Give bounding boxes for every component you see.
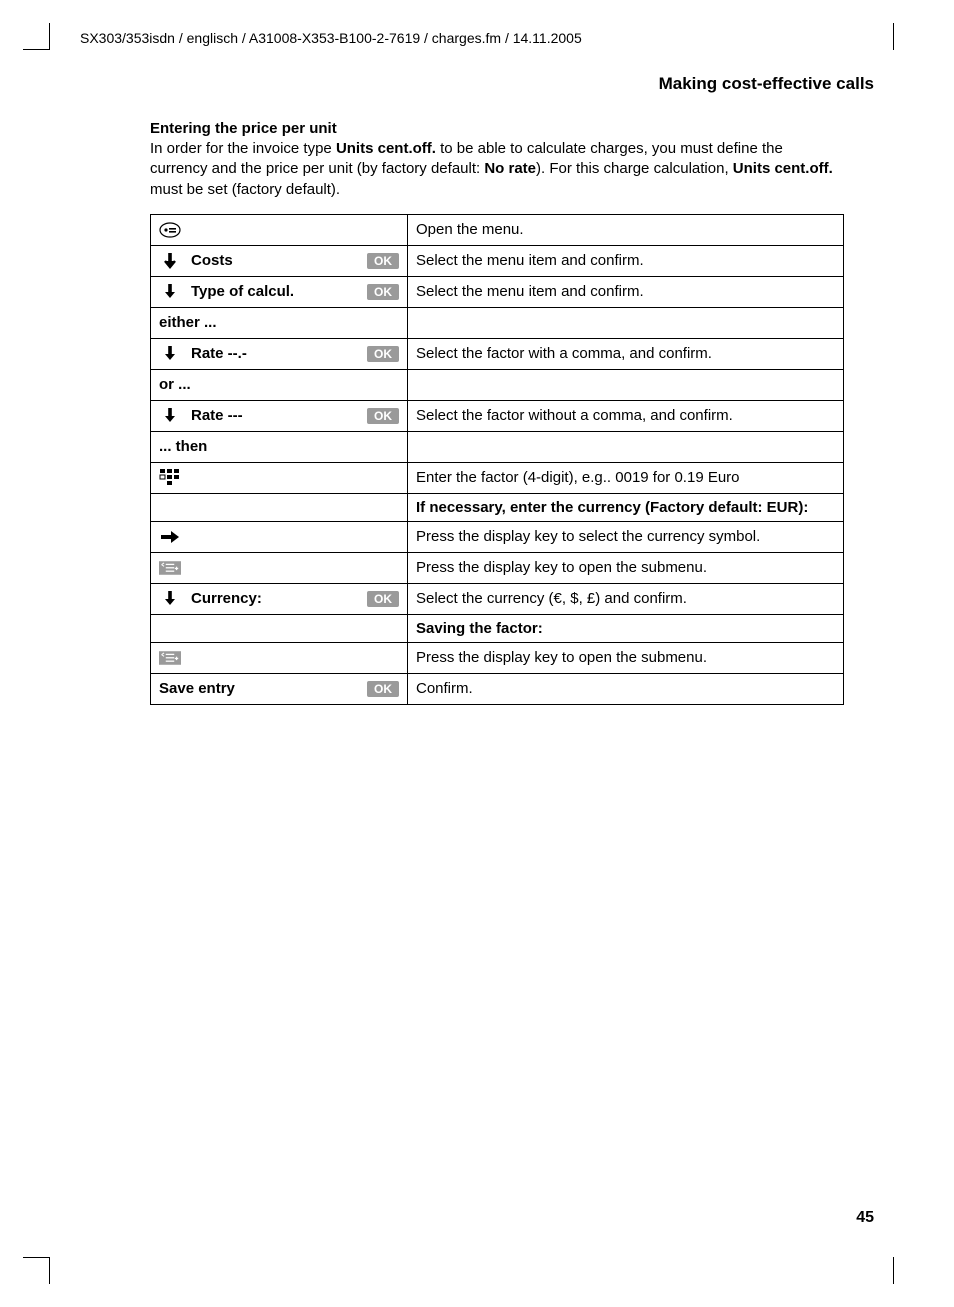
arrow-down-icon (159, 406, 181, 426)
step-description (408, 307, 844, 338)
table-row: or ... (151, 369, 844, 400)
section-title: Making cost-effective calls (80, 74, 874, 94)
step-heading: Saving the factor: (408, 614, 844, 642)
table-row: Rate --.- OK Select the factor with a co… (151, 338, 844, 369)
step-label: Type of calcul. (191, 283, 357, 300)
ok-badge: OK (367, 408, 399, 424)
table-row: Save entry OK Confirm. (151, 673, 844, 704)
step-description: Press the display key to select the curr… (408, 521, 844, 552)
step-label: Costs (191, 252, 357, 269)
branch-label: or ... (159, 376, 399, 393)
menu-open-icon (159, 220, 181, 240)
step-description (408, 431, 844, 462)
subhead: Entering the price per unit (150, 120, 844, 137)
ok-badge: OK (367, 346, 399, 362)
table-row: Rate --- OK Select the factor without a … (151, 400, 844, 431)
page: SX303/353isdn / englisch / A31008-X353-B… (0, 0, 954, 705)
ok-badge: OK (367, 681, 399, 697)
arrow-down-icon (159, 589, 181, 609)
table-row: either ... (151, 307, 844, 338)
ok-badge: OK (367, 591, 399, 607)
step-description: Select the menu item and confirm. (408, 245, 844, 276)
arrow-down-icon (159, 344, 181, 364)
arrow-down-icon (159, 251, 181, 271)
step-description: Confirm. (408, 673, 844, 704)
step-description: Open the menu. (408, 214, 844, 245)
arrow-right-icon (159, 527, 181, 547)
content: Entering the price per unit In order for… (80, 120, 874, 705)
step-description: Select the currency (€, $, £) and confir… (408, 583, 844, 614)
step-description: Select the menu item and confirm. (408, 276, 844, 307)
table-row: Open the menu. (151, 214, 844, 245)
step-description: Select the factor with a comma, and conf… (408, 338, 844, 369)
page-number: 45 (856, 1209, 874, 1227)
table-row: ... then (151, 431, 844, 462)
intro-bold: No rate (484, 160, 536, 177)
step-heading: If necessary, enter the currency (Factor… (408, 493, 844, 521)
arrow-down-icon (159, 282, 181, 302)
step-label: Rate --- (191, 407, 357, 424)
step-description: Press the display key to open the submen… (408, 642, 844, 673)
intro-paragraph: In order for the invoice type Units cent… (150, 139, 844, 200)
table-row: Press the display key to open the submen… (151, 642, 844, 673)
table-row: Press the display key to open the submen… (151, 552, 844, 583)
table-row: Type of calcul. OK Select the menu item … (151, 276, 844, 307)
table-row: Currency: OK Select the currency (€, $, … (151, 583, 844, 614)
ok-badge: OK (367, 284, 399, 300)
step-label: Rate --.- (191, 345, 357, 362)
table-row: Saving the factor: (151, 614, 844, 642)
submenu-icon (159, 558, 181, 578)
intro-bold: Units cent.off. (733, 160, 833, 177)
intro-text: must be set (factory default). (150, 181, 340, 198)
step-label: Currency: (191, 590, 357, 607)
branch-label: either ... (159, 314, 399, 331)
doc-path: SX303/353isdn / englisch / A31008-X353-B… (80, 30, 874, 46)
steps-table: Open the menu. Costs OK Select the menu … (150, 214, 844, 705)
branch-label: ... then (159, 438, 399, 455)
table-row: Enter the factor (4-digit), e.g.. 0019 f… (151, 462, 844, 493)
step-description: Select the factor without a comma, and c… (408, 400, 844, 431)
intro-text: In order for the invoice type (150, 140, 336, 157)
ok-badge: OK (367, 253, 399, 269)
intro-text: ). For this charge calculation, (536, 160, 733, 177)
submenu-icon (159, 648, 181, 668)
table-row: Press the display key to select the curr… (151, 521, 844, 552)
step-label: Save entry (159, 680, 357, 697)
table-row: If necessary, enter the currency (Factor… (151, 493, 844, 521)
intro-bold: Units cent.off. (336, 140, 436, 157)
table-row: Costs OK Select the menu item and confir… (151, 245, 844, 276)
keypad-icon (159, 468, 181, 488)
step-description: Press the display key to open the submen… (408, 552, 844, 583)
step-description (408, 369, 844, 400)
step-description: Enter the factor (4-digit), e.g.. 0019 f… (408, 462, 844, 493)
